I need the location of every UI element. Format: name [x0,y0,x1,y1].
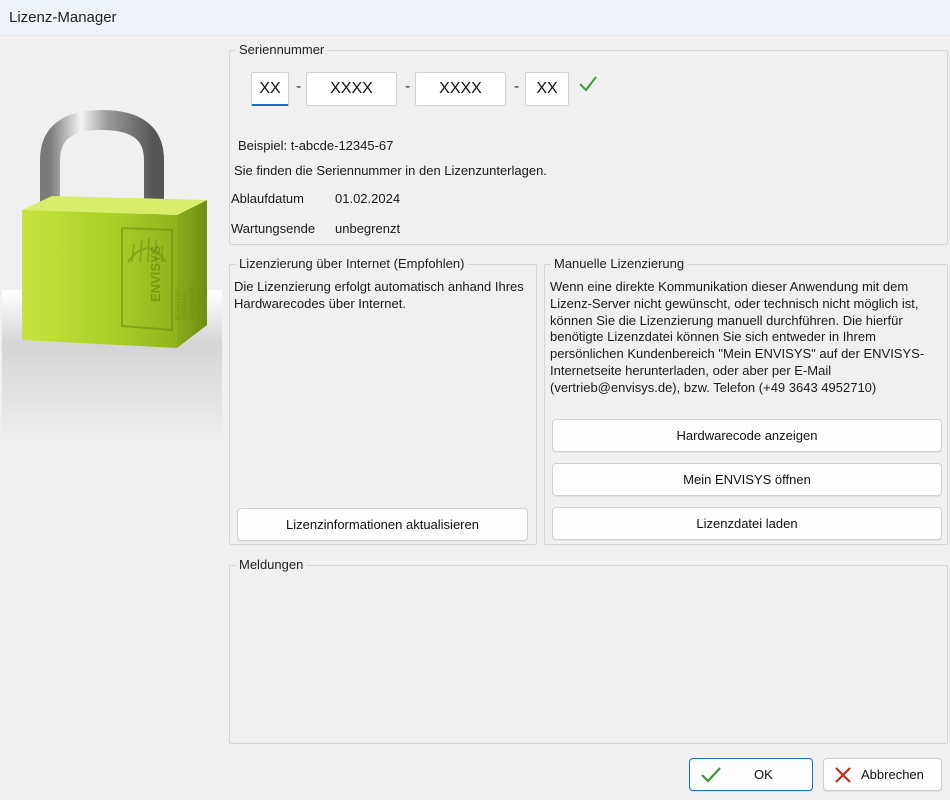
serial-part2-input[interactable] [306,72,397,106]
checkmark-icon [579,76,597,92]
padlock-illustration: ENVISYS BERATUNG ENERGIE SOFTWARE [2,40,222,450]
open-mein-envisys-button[interactable]: Mein ENVISYS öffnen [552,463,942,496]
logo-line2: ENERGIE [183,293,189,320]
online-licensing-description: Die Lizenzierung erfolgt automatisch anh… [234,279,524,311]
messages-group: Meldungen [229,557,948,744]
serial-hint: Sie finden die Seriennummer in den Lizen… [234,163,547,178]
serial-separator-1: - [296,78,302,95]
update-license-button[interactable]: Lizenzinformationen aktualisieren [237,508,528,541]
serial-part4-input[interactable] [525,72,569,106]
padlock-icon: ENVISYS BERATUNG ENERGIE SOFTWARE [2,109,222,450]
serial-group-label: Seriennummer [236,42,328,57]
logo-line1: BERATUNG [176,287,182,320]
show-hardwarecode-button[interactable]: Hardwarecode anzeigen [552,419,942,452]
maintenance-label: Wartungsende [231,221,316,236]
check-icon [701,766,721,783]
window-title: Lizenz-Manager [9,9,117,26]
serial-example: Beispiel: t-abcde-12345-67 [238,138,394,153]
online-licensing-label: Lizenzierung über Internet (Empfohlen) [236,256,468,271]
close-icon [835,766,851,783]
serial-part3-input[interactable] [415,72,506,106]
load-license-file-button[interactable]: Lizenzdatei laden [552,507,942,540]
expiry-value: 01.02.2024 [335,191,401,206]
ok-button[interactable]: OK [689,758,813,791]
ok-label: OK [754,767,773,782]
serial-part1-input[interactable] [251,72,289,106]
title-bar: Lizenz-Manager [0,0,950,36]
logo-brand: ENVISYS [148,245,163,302]
manual-licensing-label: Manuelle Lizenzierung [551,256,688,271]
logo-line3: SOFTWARE [190,286,196,320]
serial-separator-3: - [514,78,520,95]
expiry-label: Ablaufdatum [231,191,304,206]
cancel-label: Abbrechen [861,767,924,782]
manual-licensing-description: Wenn eine direkte Kommunikation dieser A… [550,279,925,395]
maintenance-value: unbegrenzt [335,221,401,236]
serial-separator-2: - [405,78,411,95]
messages-label: Meldungen [236,557,307,572]
cancel-button[interactable]: Abbrechen [823,758,942,791]
